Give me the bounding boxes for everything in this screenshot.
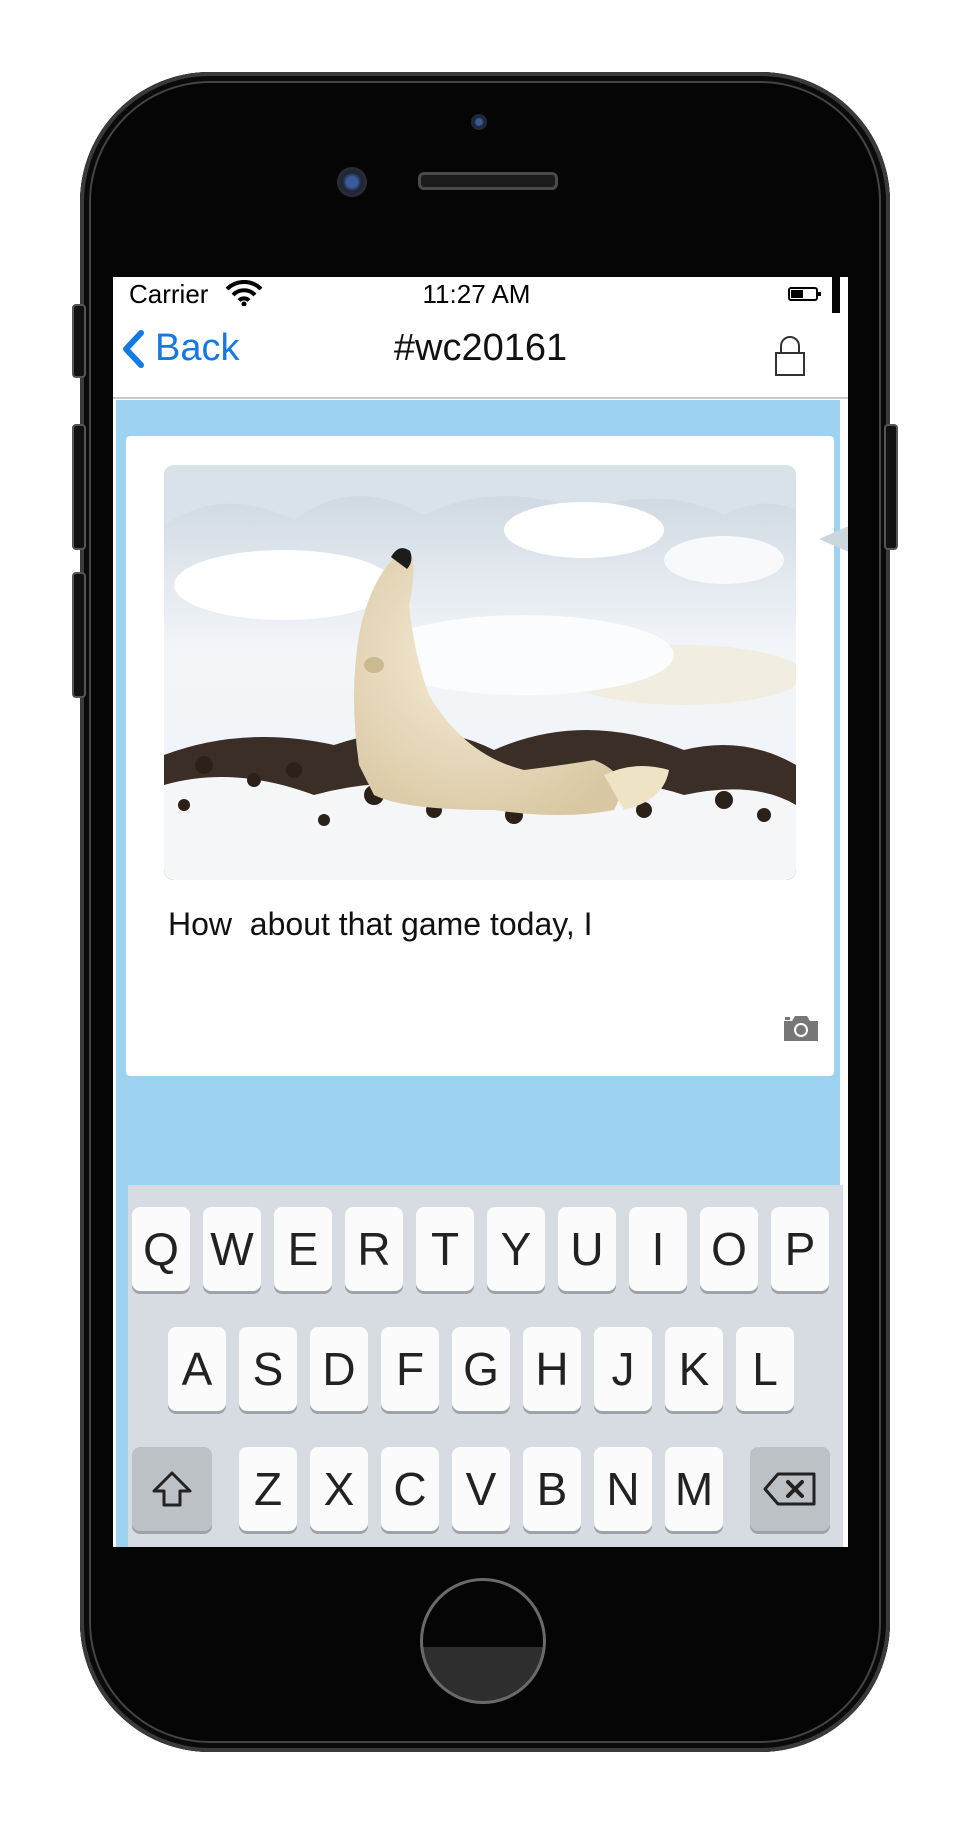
volume-up-button bbox=[72, 424, 86, 550]
shift-key[interactable] bbox=[132, 1447, 212, 1531]
key-l[interactable]: L bbox=[736, 1327, 794, 1411]
key-c[interactable]: C bbox=[381, 1447, 439, 1531]
key-g[interactable]: G bbox=[452, 1327, 510, 1411]
key-k[interactable]: K bbox=[665, 1327, 723, 1411]
home-button[interactable] bbox=[420, 1578, 546, 1704]
key-s[interactable]: S bbox=[239, 1327, 297, 1411]
power-button bbox=[884, 424, 898, 550]
page-title: #wc20161 bbox=[393, 327, 568, 369]
silent-switch bbox=[72, 304, 86, 378]
key-a[interactable]: A bbox=[168, 1327, 226, 1411]
key-w[interactable]: W bbox=[203, 1207, 261, 1291]
key-y[interactable]: Y bbox=[487, 1207, 545, 1291]
key-m[interactable]: M bbox=[665, 1447, 723, 1531]
earpiece-speaker bbox=[418, 172, 558, 190]
key-v[interactable]: V bbox=[452, 1447, 510, 1531]
key-t[interactable]: T bbox=[416, 1207, 474, 1291]
key-b[interactable]: B bbox=[523, 1447, 581, 1531]
key-u[interactable]: U bbox=[558, 1207, 616, 1291]
key-h[interactable]: H bbox=[523, 1327, 581, 1411]
status-bar: Carrier 11:27 AM bbox=[113, 277, 840, 313]
sensor bbox=[337, 167, 367, 197]
key-j[interactable]: J bbox=[594, 1327, 652, 1411]
battery-icon bbox=[788, 287, 821, 301]
key-i[interactable]: I bbox=[629, 1207, 687, 1291]
camera-icon[interactable] bbox=[782, 1013, 820, 1048]
keyboard: Q W E R T Y U I O P A S D F G H J K L Z bbox=[128, 1185, 843, 1547]
status-time: 11:27 AM bbox=[422, 279, 531, 309]
status-bar-edge bbox=[832, 277, 840, 313]
key-n[interactable]: N bbox=[594, 1447, 652, 1531]
key-f[interactable]: F bbox=[381, 1327, 439, 1411]
delete-icon bbox=[763, 1472, 816, 1506]
attached-photo[interactable] bbox=[164, 465, 796, 880]
volume-down-button bbox=[72, 572, 86, 698]
navigation-bar: Back #wc20161 bbox=[113, 313, 848, 399]
key-e[interactable]: E bbox=[274, 1207, 332, 1291]
shift-icon bbox=[152, 1471, 192, 1507]
key-z[interactable]: Z bbox=[239, 1447, 297, 1531]
screen: Carrier 11:27 AM Back #wc20161 How about… bbox=[113, 277, 848, 1547]
compose-card[interactable]: How about that game today, I bbox=[126, 436, 834, 1076]
key-x[interactable]: X bbox=[310, 1447, 368, 1531]
message-area: How about that game today, I Q W E R T Y… bbox=[116, 400, 848, 1547]
key-d[interactable]: D bbox=[310, 1327, 368, 1411]
message-input[interactable]: How about that game today, I bbox=[168, 906, 593, 943]
lock-icon[interactable] bbox=[774, 335, 806, 382]
key-r[interactable]: R bbox=[345, 1207, 403, 1291]
key-q[interactable]: Q bbox=[132, 1207, 190, 1291]
key-p[interactable]: P bbox=[771, 1207, 829, 1291]
delete-key[interactable] bbox=[750, 1447, 830, 1531]
key-o[interactable]: O bbox=[700, 1207, 758, 1291]
bubble-pointer bbox=[819, 526, 848, 552]
front-camera bbox=[471, 114, 487, 130]
